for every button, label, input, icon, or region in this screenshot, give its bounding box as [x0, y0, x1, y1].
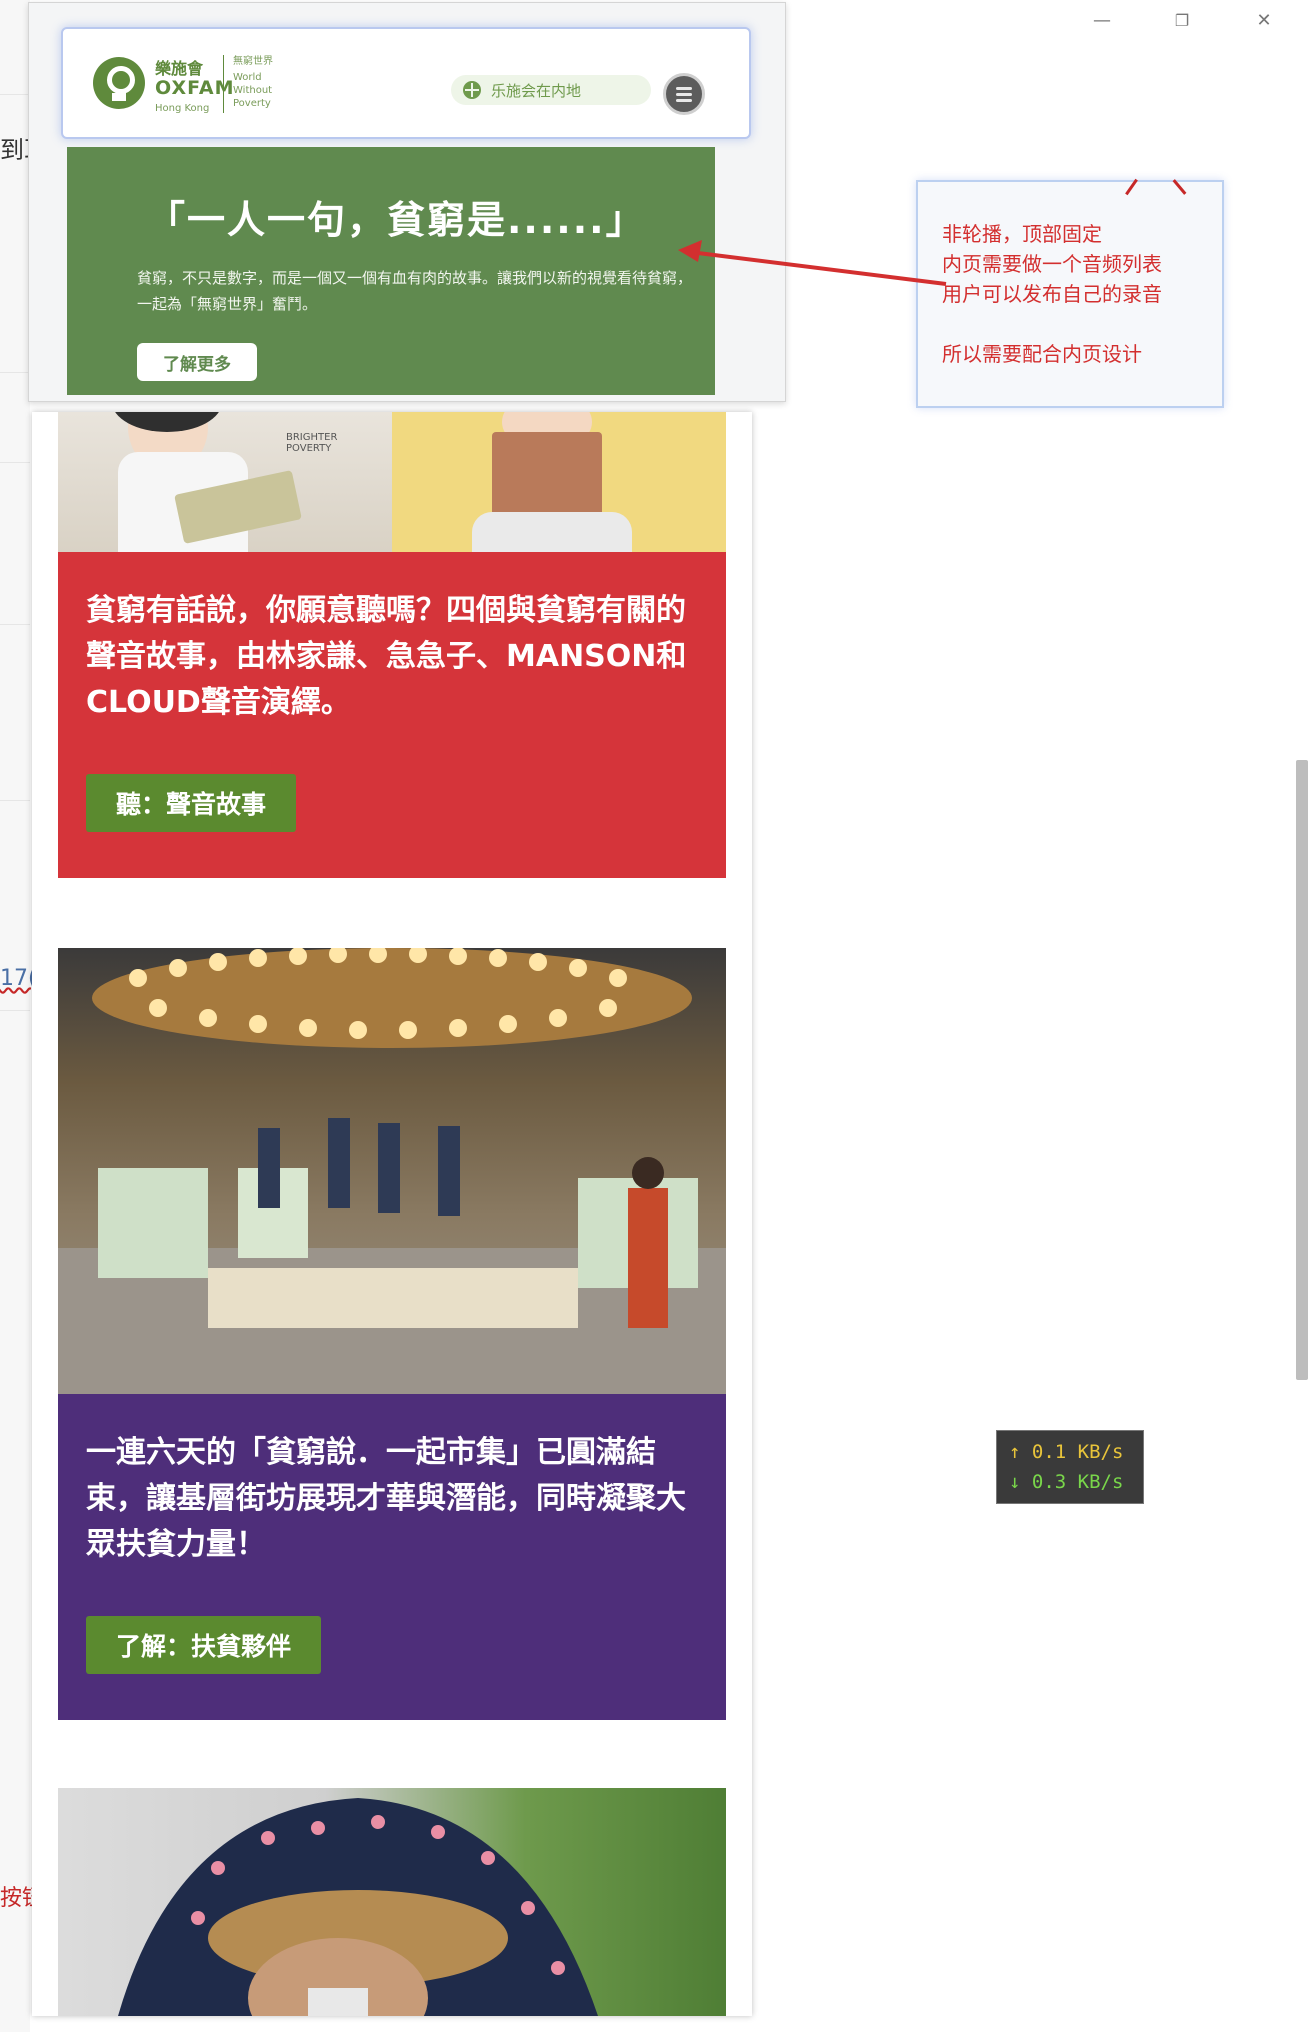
minimize-icon: —: [1093, 9, 1111, 31]
annotation-line: 内页需要做一个音频列表: [942, 252, 1162, 276]
learn-more-button[interactable]: 了解更多: [137, 343, 257, 381]
logo-chinese-name: 樂施會: [155, 59, 204, 78]
card-text: 貧窮有話說，你願意聽嗎？四個與貧窮有關的聲音故事，由林家謙、急急子、MANSON…: [86, 593, 687, 720]
annotation-note: 非轮播，顶部固定 内页需要做一个音频列表 用户可以发布自己的录音 所以需要配合内…: [916, 178, 1224, 408]
feed-card[interactable]: 一連六天的「貧窮說．一起市集」已圓滿結束，讓基層街坊展現才華與潛能，同時凝聚大眾…: [58, 948, 726, 1720]
hero-title: 「一人一句，貧窮是......」: [147, 198, 646, 242]
region-switch-link[interactable]: 乐施会在内地: [451, 75, 651, 105]
restore-button[interactable]: ❐: [1164, 8, 1200, 32]
background-app-strip: [0, 0, 30, 2032]
background-divider: [0, 372, 30, 373]
background-divider: [0, 624, 30, 625]
background-divider: [0, 1010, 30, 1011]
card-body: 貧窮有話說，你願意聽嗎？四個與貧窮有關的聲音故事，由林家謙、急急子、MANSON…: [58, 552, 726, 878]
mobile-feed: BRIGHTER POVERTY 貧窮有話說，你願意聽嗎？四個與貧窮有關的聲音故事…: [32, 412, 752, 2016]
close-icon: ✕: [1256, 9, 1272, 31]
card-image: BRIGHTER POVERTY: [58, 412, 726, 552]
annotation-line: 所以需要配合内页设计: [942, 342, 1142, 366]
scrollbar-thumb[interactable]: [1296, 760, 1308, 1380]
poverty-partners-button[interactable]: 了解：扶貧夥伴: [86, 1616, 322, 1674]
hamburger-icon: [676, 87, 692, 90]
network-speed-widget: ↑ 0.1 KB/s ↓ 0.3 KB/s: [996, 1430, 1144, 1504]
slogan-en: World Without Poverty: [233, 72, 273, 109]
feed-card[interactable]: [58, 1788, 726, 2016]
minimize-button[interactable]: —: [1084, 8, 1120, 32]
background-divider: [0, 462, 30, 463]
card-body: 一連六天的「貧窮說．一起市集」已圓滿結束，讓基層街坊展現才華與潛能，同時凝聚大眾…: [58, 1394, 726, 1720]
logo-subtitle: Hong Kong: [155, 103, 210, 114]
hero-banner: 「一人一句，貧窮是......」 貧窮，不只是數字，而是一個又一個有血有肉的故事…: [67, 147, 715, 395]
globe-icon: [463, 81, 481, 99]
market-photo: [58, 948, 726, 1394]
umbrella-photo-illustration: [118, 1798, 598, 2016]
annotation-line: 非轮播，顶部固定: [942, 222, 1102, 246]
annotation-line: 用户可以发布自己的录音: [942, 282, 1162, 306]
region-label: 乐施会在内地: [491, 81, 582, 100]
close-button[interactable]: ✕: [1246, 8, 1282, 32]
header-preview-panel: 樂施會 OXFAM Hong Kong 無窮世界 World Without P…: [28, 2, 786, 402]
upload-speed: ↑ 0.1 KB/s: [1009, 1441, 1124, 1463]
card-text: 一連六天的「貧窮說．一起市集」已圓滿結束，讓基層街坊展現才華與潛能，同時凝聚大眾…: [86, 1435, 686, 1562]
feed-card[interactable]: BRIGHTER POVERTY 貧窮有話說，你願意聽嗎？四個與貧窮有關的聲音故事…: [58, 412, 726, 878]
hamburger-menu-button[interactable]: [663, 73, 705, 115]
card-image: [58, 1788, 726, 2016]
background-divider: [0, 800, 30, 801]
restore-icon: ❐: [1174, 10, 1190, 30]
oxfam-logo-icon[interactable]: [93, 57, 145, 109]
market-photo-illustration: [58, 948, 726, 1394]
background-divider: [0, 94, 30, 95]
slogan-cn: 無窮世界: [233, 56, 273, 67]
annotation-marks: [1118, 178, 1198, 198]
logo-divider: [223, 55, 224, 113]
site-header: 樂施會 OXFAM Hong Kong 無窮世界 World Without P…: [61, 27, 751, 139]
download-speed: ↓ 0.3 KB/s: [1009, 1471, 1124, 1493]
hero-description: 貧窮，不只是數字，而是一個又一個有血有肉的故事。讓我們以新的視覺看待貧窮，一起為…: [137, 269, 693, 313]
listen-stories-button[interactable]: 聽：聲音故事: [86, 774, 297, 832]
